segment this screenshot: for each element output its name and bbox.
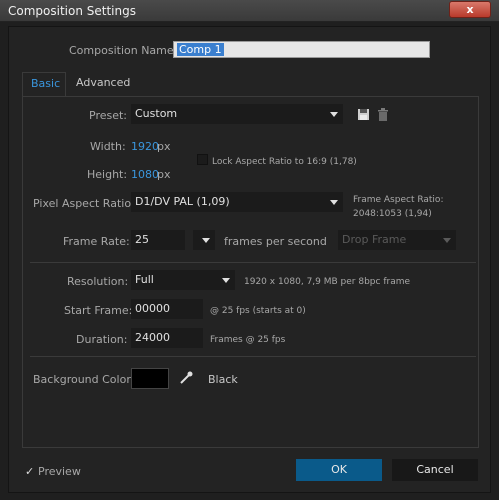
divider [30, 262, 476, 263]
cancel-button[interactable]: Cancel [392, 459, 478, 481]
pixel-aspect-dropdown[interactable]: D1/DV PAL (1,09) [131, 192, 343, 212]
tab-advanced[interactable]: Advanced [68, 72, 136, 96]
duration-value: 24000 [135, 331, 170, 344]
chevron-down-icon [330, 112, 338, 117]
frame-aspect-value: 2048:1053 (1,94) [353, 209, 432, 219]
preview-checkbox[interactable]: ✓ [25, 465, 34, 478]
width-unit: px [157, 140, 171, 153]
pixel-aspect-label: Pixel Aspect Ratio: [33, 197, 135, 210]
chevron-down-icon [202, 238, 210, 243]
preset-value: Custom [135, 107, 178, 120]
tab-basic[interactable]: Basic [22, 72, 66, 96]
divider [30, 356, 476, 357]
comp-name-input[interactable]: Comp 1 [173, 41, 430, 58]
comp-name-value: Comp 1 [177, 43, 224, 56]
duration-input[interactable]: 24000 [131, 328, 203, 348]
chevron-down-icon [330, 200, 338, 205]
save-preset-icon[interactable] [357, 108, 370, 121]
start-frame-value: 00000 [135, 302, 170, 315]
chevron-down-icon [222, 278, 230, 283]
start-frame-info: @ 25 fps (starts at 0) [210, 306, 306, 316]
background-color-name: Black [208, 373, 238, 386]
height-value[interactable]: 1080 [131, 168, 159, 181]
trash-icon[interactable] [377, 108, 389, 121]
frame-rate-unit: frames per second [224, 235, 327, 248]
window-title: Composition Settings [8, 4, 136, 18]
drop-frame-value: Drop Frame [342, 233, 407, 246]
frame-rate-label: Frame Rate: [63, 235, 130, 248]
lock-aspect-checkbox[interactable] [197, 154, 208, 165]
duration-label: Duration: [76, 333, 128, 346]
frame-rate-dropdown[interactable] [193, 230, 215, 250]
preset-label: Preset: [89, 109, 128, 122]
close-button[interactable]: x [449, 1, 491, 18]
close-icon: x [466, 3, 474, 16]
eyedropper-icon[interactable] [179, 370, 194, 385]
frame-rate-value: 25 [135, 233, 149, 246]
chevron-down-icon [443, 238, 451, 243]
ok-button[interactable]: OK [296, 459, 382, 481]
preview-label: Preview [38, 465, 81, 478]
comp-name-label: Composition Name: [69, 44, 178, 57]
width-value[interactable]: 1920 [131, 140, 159, 153]
frame-rate-input[interactable]: 25 [131, 230, 185, 250]
height-unit: px [157, 168, 171, 181]
resolution-dropdown[interactable]: Full [131, 270, 235, 290]
background-color-swatch[interactable] [131, 368, 169, 389]
lock-aspect-label: Lock Aspect Ratio to 16:9 (1,78) [212, 157, 357, 167]
drop-frame-dropdown: Drop Frame [338, 230, 456, 250]
pixel-aspect-value: D1/DV PAL (1,09) [135, 195, 230, 208]
width-label: Width: [90, 140, 126, 153]
height-label: Height: [87, 168, 128, 181]
title-bar: Composition Settings x [0, 0, 499, 22]
resolution-value: Full [135, 273, 154, 286]
preset-dropdown[interactable]: Custom [131, 104, 343, 124]
background-color-label: Background Color: [33, 373, 135, 386]
resolution-info: 1920 x 1080, 7,9 MB per 8bpc frame [244, 277, 411, 287]
duration-info: Frames @ 25 fps [210, 335, 286, 345]
start-frame-label: Start Frame: [64, 304, 133, 317]
resolution-label: Resolution: [67, 275, 129, 288]
checkmark-icon: ✓ [25, 465, 35, 478]
start-frame-input[interactable]: 00000 [131, 299, 203, 319]
frame-aspect-label: Frame Aspect Ratio: [353, 195, 444, 205]
